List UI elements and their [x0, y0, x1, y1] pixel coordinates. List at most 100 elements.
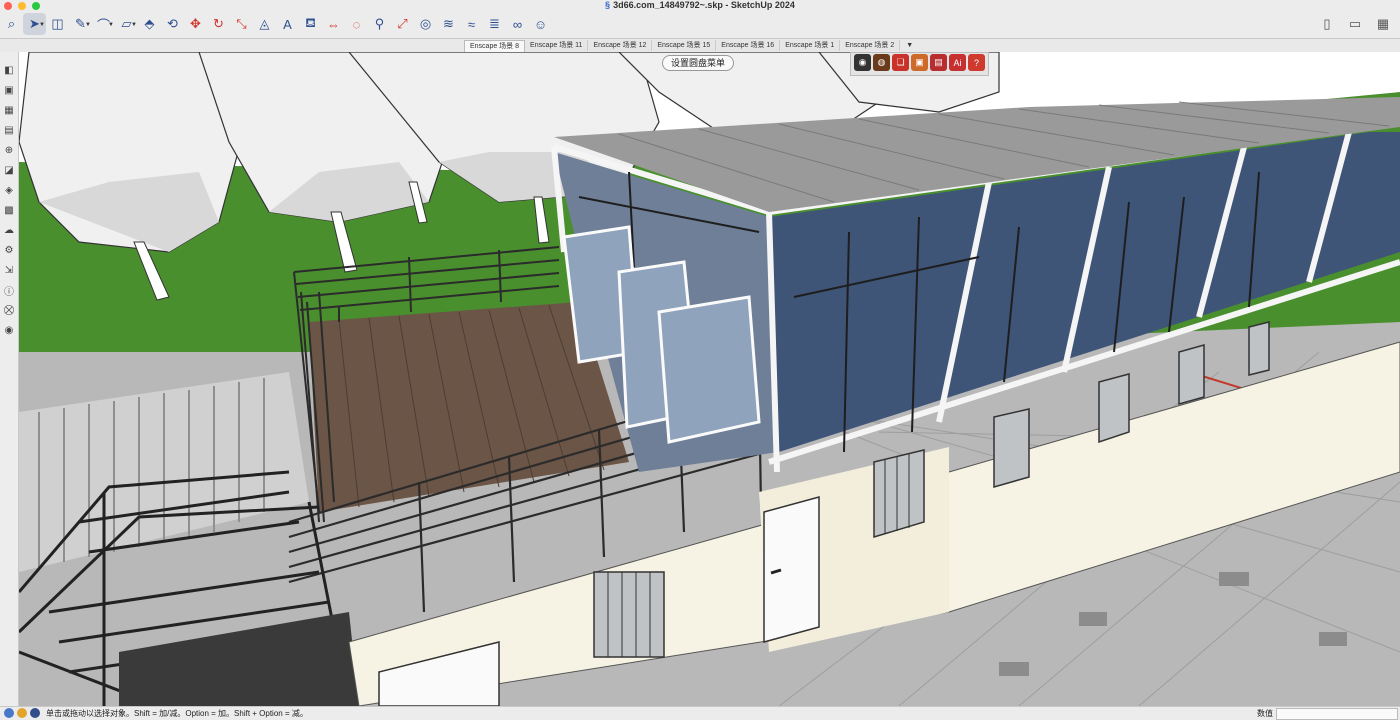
measurements-label: 数值: [1257, 709, 1273, 718]
sidebar-toggle-icon[interactable]: ▭: [1344, 13, 1366, 35]
sandbox-icon: ≋: [443, 16, 454, 31]
eraser-button[interactable]: ◫: [46, 13, 69, 35]
components-icon[interactable]: ▦: [2, 102, 16, 119]
extension-warehouse-button[interactable]: ∞: [506, 13, 529, 35]
info-icon[interactable]: ⓘ: [2, 282, 16, 299]
enscape-screenshot-icon[interactable]: ▣: [911, 54, 928, 71]
status-hint: 单击或拖动以选择对象。Shift = 加/减。Option = 加。Shift …: [46, 709, 308, 718]
zoom-extents-button[interactable]: ⤢: [391, 13, 414, 35]
scene-render: [19, 52, 1400, 706]
window-title-text: 3d66.com_14849792~.skp - SketchUp 2024: [613, 0, 795, 10]
section-plane-button[interactable]: ⇔: [322, 13, 345, 35]
scene-tab[interactable]: Enscape 场景 11: [525, 40, 589, 51]
cart-icon[interactable]: ⛒: [2, 302, 16, 319]
modeling-viewport[interactable]: [19, 52, 1400, 706]
extension-warehouse-icon: ∞: [512, 16, 523, 32]
paint-bucket-icon: ⛾: [305, 15, 316, 30]
pencil-button[interactable]: ✎ ▼: [69, 13, 92, 35]
enscape-ai-icon[interactable]: Ai: [949, 54, 966, 71]
text-tool-icon: A: [283, 16, 292, 32]
push-pull-icon: ⬘: [144, 16, 155, 31]
zoom-extents-icon: ⤢: [397, 16, 408, 31]
enscape-sync-icon[interactable]: ◍: [873, 54, 890, 71]
scene-tab[interactable]: Enscape 场景 15: [652, 40, 717, 51]
geo-location-icon: ◎: [419, 16, 432, 31]
camera-icon[interactable]: ◧: [2, 62, 16, 79]
rotate-icon: ↻: [213, 16, 224, 31]
measurements-input[interactable]: [1276, 708, 1398, 720]
scene-tab[interactable]: Enscape 场景 12: [588, 40, 653, 51]
user-status-icon[interactable]: [30, 708, 40, 718]
sandbox-smoove-button[interactable]: ≈: [460, 13, 483, 35]
rotate-button[interactable]: ↻: [207, 13, 230, 35]
materials-icon[interactable]: ◈: [2, 182, 16, 199]
select-tool-button[interactable]: ➤ ▼: [23, 13, 46, 35]
geo-location-button[interactable]: ◎: [414, 13, 437, 35]
geo-status-icon[interactable]: [4, 708, 14, 718]
move-icon: ✥: [190, 16, 201, 31]
styles-icon[interactable]: ▩: [2, 202, 16, 219]
entry-door: [763, 496, 820, 643]
enscape-asset-icon[interactable]: ❏: [892, 54, 909, 71]
main-toolbar: ⌕ ➤ ▼ ◫ ✎ ▼ ⌒ ▼ ▱ ▼ ⬘ ⟲ ✥ ↻ ⤡ ◬ A ⛾ ⇔ ◌ ⚲ ⤢ ◎ ≋ ≈ ≣ ∞ ☺: [0, 13, 552, 35]
credits-icon[interactable]: [17, 708, 27, 718]
window-title: § 3d66.com_14849792~.skp - SketchUp 2024: [0, 0, 1400, 11]
sandbox-button[interactable]: ≋: [437, 13, 460, 35]
scene-tab[interactable]: Enscape 场景 8: [464, 40, 526, 52]
sketchup-logo-icon: §: [605, 0, 611, 10]
offset-icon: ⟲: [167, 16, 178, 31]
chevron-down-icon[interactable]: ▼: [108, 22, 114, 28]
search-button[interactable]: ⌕: [0, 13, 23, 35]
tape-measure-button[interactable]: ◬: [253, 13, 276, 35]
layers-icon[interactable]: ▣: [2, 82, 16, 99]
eraser-icon: ◫: [51, 16, 64, 31]
left-toolbar: ◧ ▣ ▦ ▤ ⊕ ◪ ◈ ▩ ☁ ⚙ ⇲ ⓘ ⛒ ◉: [0, 52, 19, 716]
move-button[interactable]: ✥: [184, 13, 207, 35]
add-location-icon[interactable]: ⊕: [2, 142, 16, 159]
chevron-down-icon[interactable]: ▼: [131, 22, 137, 28]
rectangle-tool-icon: ▱: [121, 16, 132, 31]
orbit-button[interactable]: ◌: [345, 13, 368, 35]
profile-icon[interactable]: ◉: [2, 322, 16, 339]
chevron-down-icon[interactable]: ▼: [85, 22, 91, 28]
scene-tabs: Enscape 场景 8 Enscape 场景 11 Enscape 场景 12 En…: [464, 40, 919, 52]
right-toolbar: ▯ ▭ ▦: [1316, 13, 1394, 35]
arc-tool-button[interactable]: ⌒ ▼: [92, 13, 115, 35]
scale-icon: ⤡: [236, 16, 247, 31]
text-tool-button[interactable]: A: [276, 13, 299, 35]
scene-tab[interactable]: Enscape 场景 16: [716, 40, 781, 51]
enscape-toolbar: ◉ ◍ ❏ ▣ ▤ Ai?: [850, 52, 989, 76]
user-avatar-icon: ☺: [533, 16, 548, 32]
tape-measure-icon: ◬: [259, 16, 270, 31]
file-icon[interactable]: ▤: [2, 122, 16, 139]
zoom-button[interactable]: ⚲: [368, 13, 391, 35]
offset-button[interactable]: ⟲: [161, 13, 184, 35]
export-icon[interactable]: ⇲: [2, 262, 16, 279]
rectangle-tool-button[interactable]: ▱ ▼: [115, 13, 138, 35]
scene-tab[interactable]: Enscape 场景 1: [780, 40, 841, 51]
enscape-help-icon[interactable]: ?: [968, 54, 985, 71]
grid-layout-icon[interactable]: ▦: [1372, 13, 1394, 35]
enscape-book-icon[interactable]: ▤: [930, 54, 947, 71]
orbit-icon: ◌: [352, 16, 361, 32]
paint-bucket-button[interactable]: ⛾: [299, 13, 322, 35]
title-toolbar-area: § 3d66.com_14849792~.skp - SketchUp 2024 …: [0, 0, 1400, 39]
set-pie-menu-button[interactable]: 设置圆盘菜单: [662, 55, 735, 71]
section-plane-icon: ⇔: [327, 16, 340, 32]
status-bar: 单击或拖动以选择对象。Shift = 加/减。Option = 加。Shift …: [0, 706, 1400, 720]
push-pull-button[interactable]: ⬘: [138, 13, 161, 35]
status-icons: [4, 707, 40, 718]
shadow-icon[interactable]: ◪: [2, 162, 16, 179]
chevron-down-icon[interactable]: ▼: [39, 22, 45, 28]
sandbox-stamp-button[interactable]: ≣: [483, 13, 506, 35]
zoom-icon: ⚲: [374, 16, 385, 31]
cloud-icon[interactable]: ☁: [2, 222, 16, 239]
scale-button[interactable]: ⤡: [230, 13, 253, 35]
scene-tabs-more-button[interactable]: ▼: [900, 40, 919, 51]
sandbox-smoove-icon: ≈: [467, 16, 476, 32]
enscape-start-icon[interactable]: ◉: [854, 54, 871, 71]
scene-tab[interactable]: Enscape 场景 2: [840, 40, 901, 51]
settings-icon[interactable]: ⚙: [2, 242, 16, 259]
user-avatar-button[interactable]: ☺: [529, 13, 552, 35]
document-icon[interactable]: ▯: [1316, 13, 1338, 35]
